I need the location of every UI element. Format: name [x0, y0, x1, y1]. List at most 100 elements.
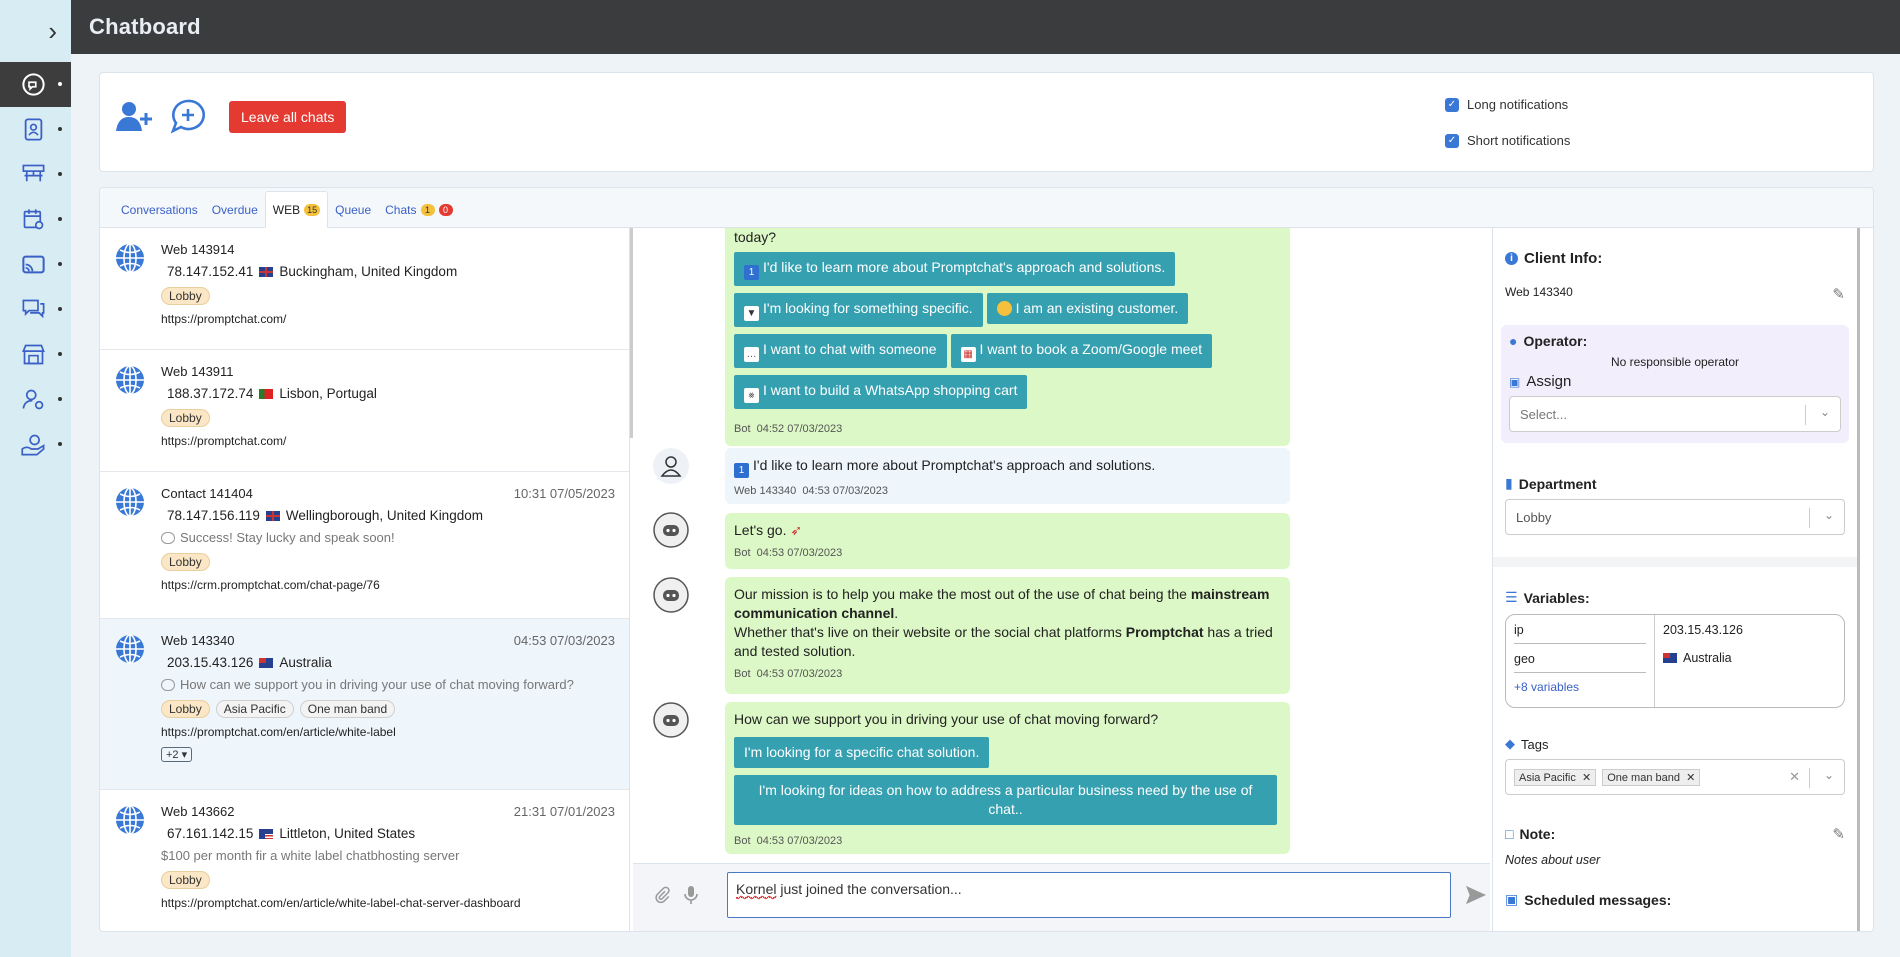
sender: Bot [734, 835, 751, 847]
toolbar: Leave all chats ✓ Long notifications ✓ S… [99, 72, 1874, 172]
count-badge: 15 [304, 204, 321, 216]
message-text: How can we support you in driving your u… [734, 711, 1159, 727]
rail-contacts[interactable] [0, 107, 71, 152]
australia-flag-icon [1663, 653, 1677, 663]
quick-reply-button[interactable]: I'm looking for a specific chat solution… [734, 737, 990, 768]
rail-users[interactable] [0, 377, 71, 422]
operator-section: ● Operator: No responsible operator ▣ Assi… [1501, 325, 1849, 443]
tag: Lobby [161, 553, 210, 571]
tag: Lobby [161, 871, 210, 889]
operator-value: No responsible operator [1610, 355, 1740, 369]
tab-web[interactable]: WEB 15 [264, 191, 329, 228]
location: Wellingborough, United Kingdom [285, 508, 483, 523]
conversation-name: Web 143914 [161, 242, 235, 257]
list-item[interactable]: Web 143340 04:53 07/03/2023 203.15.43.12… [100, 619, 629, 790]
assign-select[interactable]: Select... ⌄ [1509, 396, 1841, 432]
quick-reply-button[interactable]: I'm looking for ideas on how to address … [734, 775, 1277, 825]
expand-rail-icon[interactable]: › [0, 0, 71, 62]
rail-dot [58, 82, 62, 86]
tag: One man band [299, 700, 396, 718]
send-icon[interactable] [1465, 885, 1487, 905]
page-url: https://promptchat.com/ [161, 434, 287, 448]
quick-reply-button[interactable]: ⨳ I want to build a WhatsApp shopping car… [734, 375, 1028, 409]
tab-conversations[interactable]: Conversations [114, 203, 205, 227]
cast-icon [22, 255, 45, 274]
long-notifications-label: Long notifications [1467, 97, 1569, 112]
variables-table: ip geo +8 variables 203.15.43.126 Austra… [1505, 614, 1845, 708]
bot-icon [161, 531, 175, 544]
us-flag-icon [259, 828, 274, 839]
rail-chatboard[interactable] [0, 62, 71, 107]
attach-icon[interactable] [653, 886, 671, 904]
list-item[interactable]: Web 143911 188.37.172.74 Lisbon, Portugal… [100, 350, 629, 472]
check-icon[interactable]: ✓ [1445, 97, 1459, 112]
message-text: Let's go. [734, 522, 787, 538]
more-variables-link[interactable]: +8 variables [1514, 680, 1646, 694]
rail-shop[interactable] [0, 332, 71, 377]
message-text: I'd like to learn more about Promptchat'… [753, 457, 1156, 473]
uk-flag-icon [259, 266, 274, 277]
quick-reply-button[interactable]: I am an existing customer. [986, 293, 1189, 324]
calendar-gear-icon [23, 209, 44, 230]
quick-reply-button[interactable]: ▼ I'm looking for something specific. [734, 293, 983, 327]
bot-message: Our mission is to help you make the most… [725, 577, 1290, 694]
add-user-icon[interactable] [112, 95, 156, 139]
rail-support[interactable] [0, 422, 71, 467]
sender: Bot [734, 547, 751, 559]
tags-select[interactable]: Asia Pacific ✕ One man band ✕ ✕ ⌄ [1505, 759, 1845, 795]
portugal-flag-icon [259, 388, 274, 399]
long-notifications-toggle[interactable]: ✓ Long notifications [1445, 97, 1568, 112]
message-composer: Kornel just joined the conversation... [633, 863, 1490, 931]
tab-queue[interactable]: Queue [328, 203, 378, 227]
leave-all-chats-button[interactable]: Leave all chats [229, 101, 347, 133]
quick-reply-button[interactable]: … I want to chat with someone [734, 334, 947, 368]
client-info-panel: i Client Info: Web 143340 ✎ ● Operator: No … [1492, 228, 1857, 931]
list-icon: ☰ [1505, 589, 1518, 605]
department-select[interactable]: Lobby ⌄ [1505, 499, 1845, 535]
bot-avatar-icon [653, 702, 689, 738]
flashlight-icon: ▼ [744, 306, 759, 321]
timestamp: 04:53 07/03/2023 [802, 485, 888, 497]
tab-bar: Conversations Overdue WEB 15 Queue Chats 1… [100, 188, 1873, 228]
chevron-down-icon: ⌄ [1819, 405, 1830, 419]
edit-icon[interactable]: ✎ [1832, 825, 1845, 843]
microphone-icon[interactable] [683, 885, 699, 905]
quick-reply-button[interactable]: ▦ I want to book a Zoom/Google meet [950, 334, 1213, 368]
rail-cast[interactable] [0, 242, 71, 287]
new-chat-icon[interactable] [166, 95, 210, 139]
bot-avatar-icon [653, 512, 689, 548]
rail-flows[interactable] [0, 152, 71, 197]
note-value: Notes about user [1505, 853, 1601, 867]
chat-bubbles-icon [22, 299, 45, 319]
rail-chats[interactable] [0, 287, 71, 332]
uk-flag-icon [265, 510, 280, 521]
speech-bubble-icon: … [744, 347, 759, 362]
rail-calendar[interactable] [0, 197, 71, 242]
message-input[interactable]: Kornel just joined the conversation... [727, 872, 1451, 918]
bot-message: How can we support you in driving your u… [725, 702, 1290, 854]
location: Buckingham, United Kingdom [279, 264, 458, 279]
remove-tag-icon[interactable]: ✕ [1686, 772, 1695, 784]
clear-icon[interactable]: ✕ [1789, 769, 1800, 785]
smile-icon [996, 301, 1012, 316]
remove-tag-icon[interactable]: ✕ [1582, 772, 1591, 784]
list-item[interactable]: Web 143662 21:31 07/01/2023 67.161.142.1… [100, 790, 629, 931]
tab-overdue[interactable]: Overdue [205, 203, 265, 227]
edit-icon[interactable]: ✎ [1832, 285, 1845, 303]
quick-reply-button[interactable]: 1 I'd like to learn more about Promptchat… [734, 252, 1176, 286]
globe-icon [116, 805, 144, 835]
check-icon[interactable]: ✓ [1445, 133, 1459, 148]
timestamp: 04:53 07/03/2023 [756, 668, 843, 680]
tab-chats[interactable]: Chats 1 0 [378, 203, 459, 227]
short-notifications-toggle[interactable]: ✓ Short notifications [1445, 133, 1570, 148]
cart-icon: ⨳ [744, 388, 759, 403]
contacts-icon [24, 118, 43, 141]
info-scrollbar[interactable] [1857, 228, 1860, 931]
ip-address: 78.147.156.119 [167, 508, 260, 523]
list-item[interactable]: Web 143914 78.147.152.41 Buckingham, Unit… [100, 228, 629, 350]
list-item[interactable]: Contact 141404 10:31 07/05/2023 78.147.1… [100, 472, 629, 619]
top-bar: Chatboard [71, 0, 1900, 54]
calendar-icon: ▦ [960, 347, 976, 362]
conversation-name: Web 143911 [161, 364, 234, 379]
more-tags-button[interactable]: +2 ▾ [161, 747, 193, 762]
